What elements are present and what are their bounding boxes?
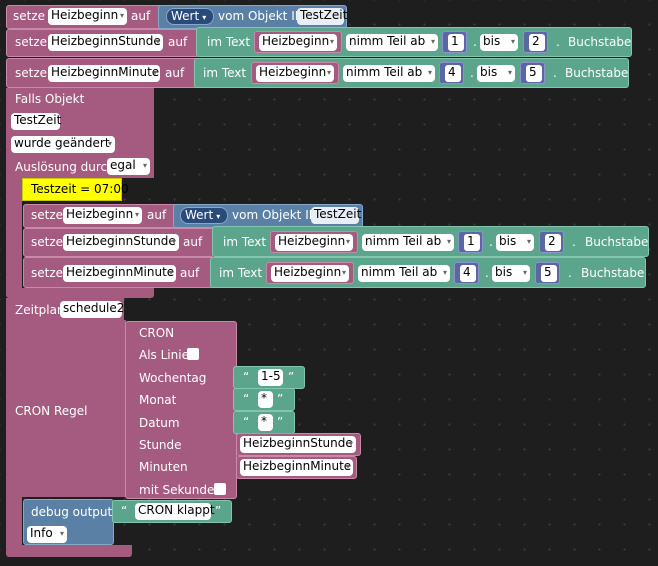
auf-label: auf	[180, 266, 200, 280]
buchstabe-label: Buchstabe	[585, 235, 649, 249]
number-field[interactable]: 2	[545, 234, 561, 251]
bis-dropdown[interactable]: bis ▾	[480, 34, 518, 51]
im-text-label: im Text	[207, 35, 251, 49]
mit-sekunden-label: mit Sekunden	[139, 483, 222, 497]
dot-label: .	[568, 266, 572, 280]
buchstabe-label: Buchstabe	[581, 266, 645, 280]
setze-label: setze	[31, 266, 64, 280]
var-dropdown-heizbeginn[interactable]: Heizbeginn ▾	[256, 65, 334, 82]
setze-label: setze	[15, 66, 48, 80]
monat-label: Monat	[139, 393, 177, 407]
datum-field[interactable]: *	[258, 414, 273, 431]
quote-close-icon: ”	[277, 392, 284, 406]
auf-label: auf	[131, 9, 151, 23]
number-field[interactable]: 5	[526, 65, 542, 82]
dot-label: .	[470, 66, 474, 80]
var-dropdown-heizbeginnstunde[interactable]: HeizbeginnStunde ▾	[63, 234, 179, 251]
dot-label: .	[489, 235, 493, 249]
number-field[interactable]: 2	[529, 34, 545, 51]
auf-label: auf	[168, 35, 188, 49]
setze-label: setze	[31, 235, 64, 249]
number-field[interactable]: 1	[464, 234, 480, 251]
ausloesung-label: Auslösung durch	[15, 160, 115, 174]
comment-text: Testzeit = 07:00	[31, 182, 129, 196]
als-linie-checkbox[interactable]	[187, 348, 199, 360]
schedule-name-field[interactable]: schedule2	[60, 301, 124, 318]
datum-label: Datum	[139, 416, 180, 430]
im-text-label: im Text	[203, 66, 247, 80]
var-dropdown-heizbeginnminute[interactable]: HeizbeginnMinute ▾	[48, 65, 160, 82]
als-linie-label: Als Linie	[139, 348, 189, 362]
auf-label: auf	[147, 208, 167, 222]
object-id-field[interactable]: TestZeit	[297, 8, 347, 25]
vom-objekt-id-label: vom Objekt ID	[232, 208, 318, 222]
var-dropdown-heizbeginnstunde[interactable]: HeizbeginnStunde ▾	[240, 436, 356, 453]
trigger-object-field[interactable]: TestZeit	[11, 113, 61, 130]
setze-label: setze	[15, 35, 48, 49]
var-dropdown-heizbeginn[interactable]: Heizbeginn ▾	[271, 265, 349, 282]
zeitplan-label: Zeitplan	[15, 303, 65, 317]
wert-dropdown[interactable]: Wert ▾	[180, 207, 228, 224]
substring-mode-dropdown[interactable]: nimm Teil ab ▾	[343, 65, 435, 82]
quote-close-icon: ”	[277, 415, 284, 429]
wochentag-label: Wochentag	[139, 371, 207, 385]
bis-dropdown[interactable]: bis ▾	[492, 265, 530, 282]
dot-label: .	[485, 266, 489, 280]
vom-objekt-id-label: vom Objekt ID	[218, 9, 304, 23]
debug-text-field[interactable]: CRON klappt	[135, 503, 215, 520]
setze-label: setze	[13, 9, 46, 23]
wert-dropdown[interactable]: Wert ▾	[166, 8, 214, 25]
quote-close-icon: ”	[288, 370, 295, 384]
auf-label: auf	[183, 235, 203, 249]
buchstabe-label: Buchstabe	[565, 66, 629, 80]
var-dropdown-heizbeginnminute[interactable]: HeizbeginnMinute ▾	[240, 459, 353, 476]
number-field[interactable]: 4	[460, 265, 476, 282]
object-id-field[interactable]: TestZeit	[311, 207, 361, 224]
quote-open-icon: “	[243, 370, 250, 384]
substring-mode-dropdown[interactable]: nimm Teil ab ▾	[346, 34, 438, 51]
substring-mode-dropdown[interactable]: nimm Teil ab ▾	[362, 234, 454, 251]
mit-sekunden-checkbox[interactable]	[214, 483, 226, 495]
auf-label: auf	[165, 66, 185, 80]
bis-dropdown[interactable]: bis ▾	[496, 234, 534, 251]
number-field[interactable]: 1	[448, 34, 464, 51]
substring-mode-dropdown[interactable]: nimm Teil ab ▾	[358, 265, 450, 282]
falls-objekt-label: Falls Objekt	[15, 92, 85, 106]
quote-open-icon: “	[121, 504, 128, 518]
cron-label: CRON	[139, 326, 175, 340]
quote-close-icon: ”	[215, 504, 222, 518]
im-text-label: im Text	[223, 235, 267, 249]
var-dropdown-heizbeginnminute[interactable]: HeizbeginnMinute ▾	[63, 265, 176, 282]
cron-regel-label: CRON Regel	[15, 404, 88, 418]
ausloesung-dropdown[interactable]: egal ▾	[107, 158, 150, 175]
wochentag-field[interactable]: 1-5	[258, 369, 283, 386]
var-dropdown-heizbeginn[interactable]: Heizbeginn ▾	[63, 207, 142, 224]
dot-label: .	[553, 66, 557, 80]
trigger-mode-dropdown[interactable]: wurde geändert ▾	[11, 136, 115, 153]
debug-output-label: debug output	[31, 505, 113, 519]
log-level-dropdown[interactable]: Info ▾	[27, 526, 67, 543]
number-field[interactable]: 5	[541, 265, 557, 282]
stunde-label: Stunde	[139, 438, 182, 452]
im-text-label: im Text	[219, 266, 263, 280]
quote-open-icon: “	[243, 392, 250, 406]
setze-label: setze	[31, 208, 64, 222]
var-dropdown-heizbeginn[interactable]: Heizbeginn ▾	[48, 8, 127, 25]
dot-label: .	[572, 235, 576, 249]
dot-label: .	[473, 35, 477, 49]
minuten-label: Minuten	[139, 460, 188, 474]
var-dropdown-heizbeginnstunde[interactable]: HeizbeginnStunde ▾	[48, 34, 163, 51]
number-field[interactable]: 4	[445, 65, 461, 82]
var-dropdown-heizbeginn[interactable]: Heizbeginn ▾	[259, 34, 337, 51]
dot-label: .	[556, 35, 560, 49]
buchstabe-label: Buchstabe	[568, 35, 632, 49]
var-dropdown-heizbeginn[interactable]: Heizbeginn ▾	[275, 234, 353, 251]
bis-dropdown[interactable]: bis ▾	[477, 65, 515, 82]
monat-field[interactable]: *	[258, 391, 273, 408]
quote-open-icon: “	[243, 415, 250, 429]
